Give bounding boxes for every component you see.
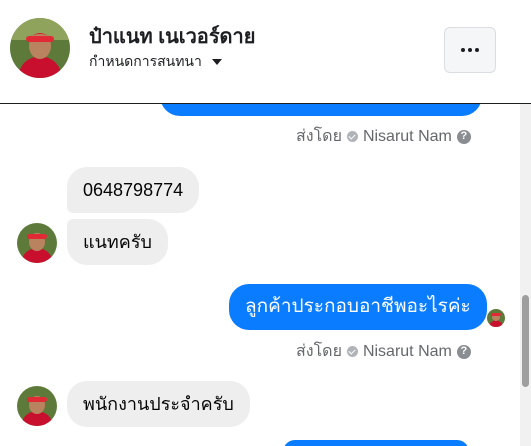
schedule-label: กำหนดการสนทนา xyxy=(89,53,202,69)
contact-avatar-small[interactable] xyxy=(17,386,57,426)
check-circle-icon xyxy=(346,131,358,142)
outgoing-message-partial[interactable] xyxy=(283,440,469,446)
message-list: ส่งโดย Nisarut Nam ? 0648798774 แนทครับ … xyxy=(0,84,520,446)
contact-avatar[interactable] xyxy=(10,18,70,78)
sender-name: Nisarut Nam xyxy=(362,127,452,145)
incoming-message[interactable]: 0648798774 xyxy=(67,167,200,213)
outgoing-message[interactable]: ลูกค้าประกอบอาชีพอะไรค่ะ xyxy=(229,284,487,330)
question-circle-icon[interactable]: ? xyxy=(456,129,471,144)
scrollbar-thumb[interactable] xyxy=(522,295,529,387)
sent-by-prefix: ส่งโดย xyxy=(296,128,342,145)
sender-name: Nisarut Nam xyxy=(362,342,452,360)
question-circle-icon[interactable]: ? xyxy=(456,344,471,359)
contact-name[interactable]: ป๋าแนท เนเวอร์ดาย xyxy=(89,20,256,52)
seen-avatar xyxy=(487,309,505,327)
incoming-message[interactable]: พนักงานประจำครับ xyxy=(67,381,250,427)
sent-by-label: ส่งโดย Nisarut Nam ? xyxy=(296,124,471,149)
incoming-message[interactable]: แนทครับ xyxy=(67,219,168,265)
schedule-dropdown[interactable]: กำหนดการสนทนา xyxy=(89,51,222,73)
check-circle-icon xyxy=(346,346,358,357)
conversation-header: ป๋าแนท เนเวอร์ดาย กำหนดการสนทนา xyxy=(0,0,531,104)
chat-window: ป๋าแนท เนเวอร์ดาย กำหนดการสนทนา ส่งโดย N… xyxy=(0,0,531,446)
sent-by-prefix: ส่งโดย xyxy=(296,343,342,360)
sent-by-label: ส่งโดย Nisarut Nam ? xyxy=(296,339,471,364)
more-horizontal-icon xyxy=(461,48,479,52)
contact-avatar-small[interactable] xyxy=(17,223,57,263)
scrollbar-track[interactable] xyxy=(520,104,531,446)
more-options-button[interactable] xyxy=(444,27,496,73)
caret-down-icon xyxy=(211,59,222,65)
